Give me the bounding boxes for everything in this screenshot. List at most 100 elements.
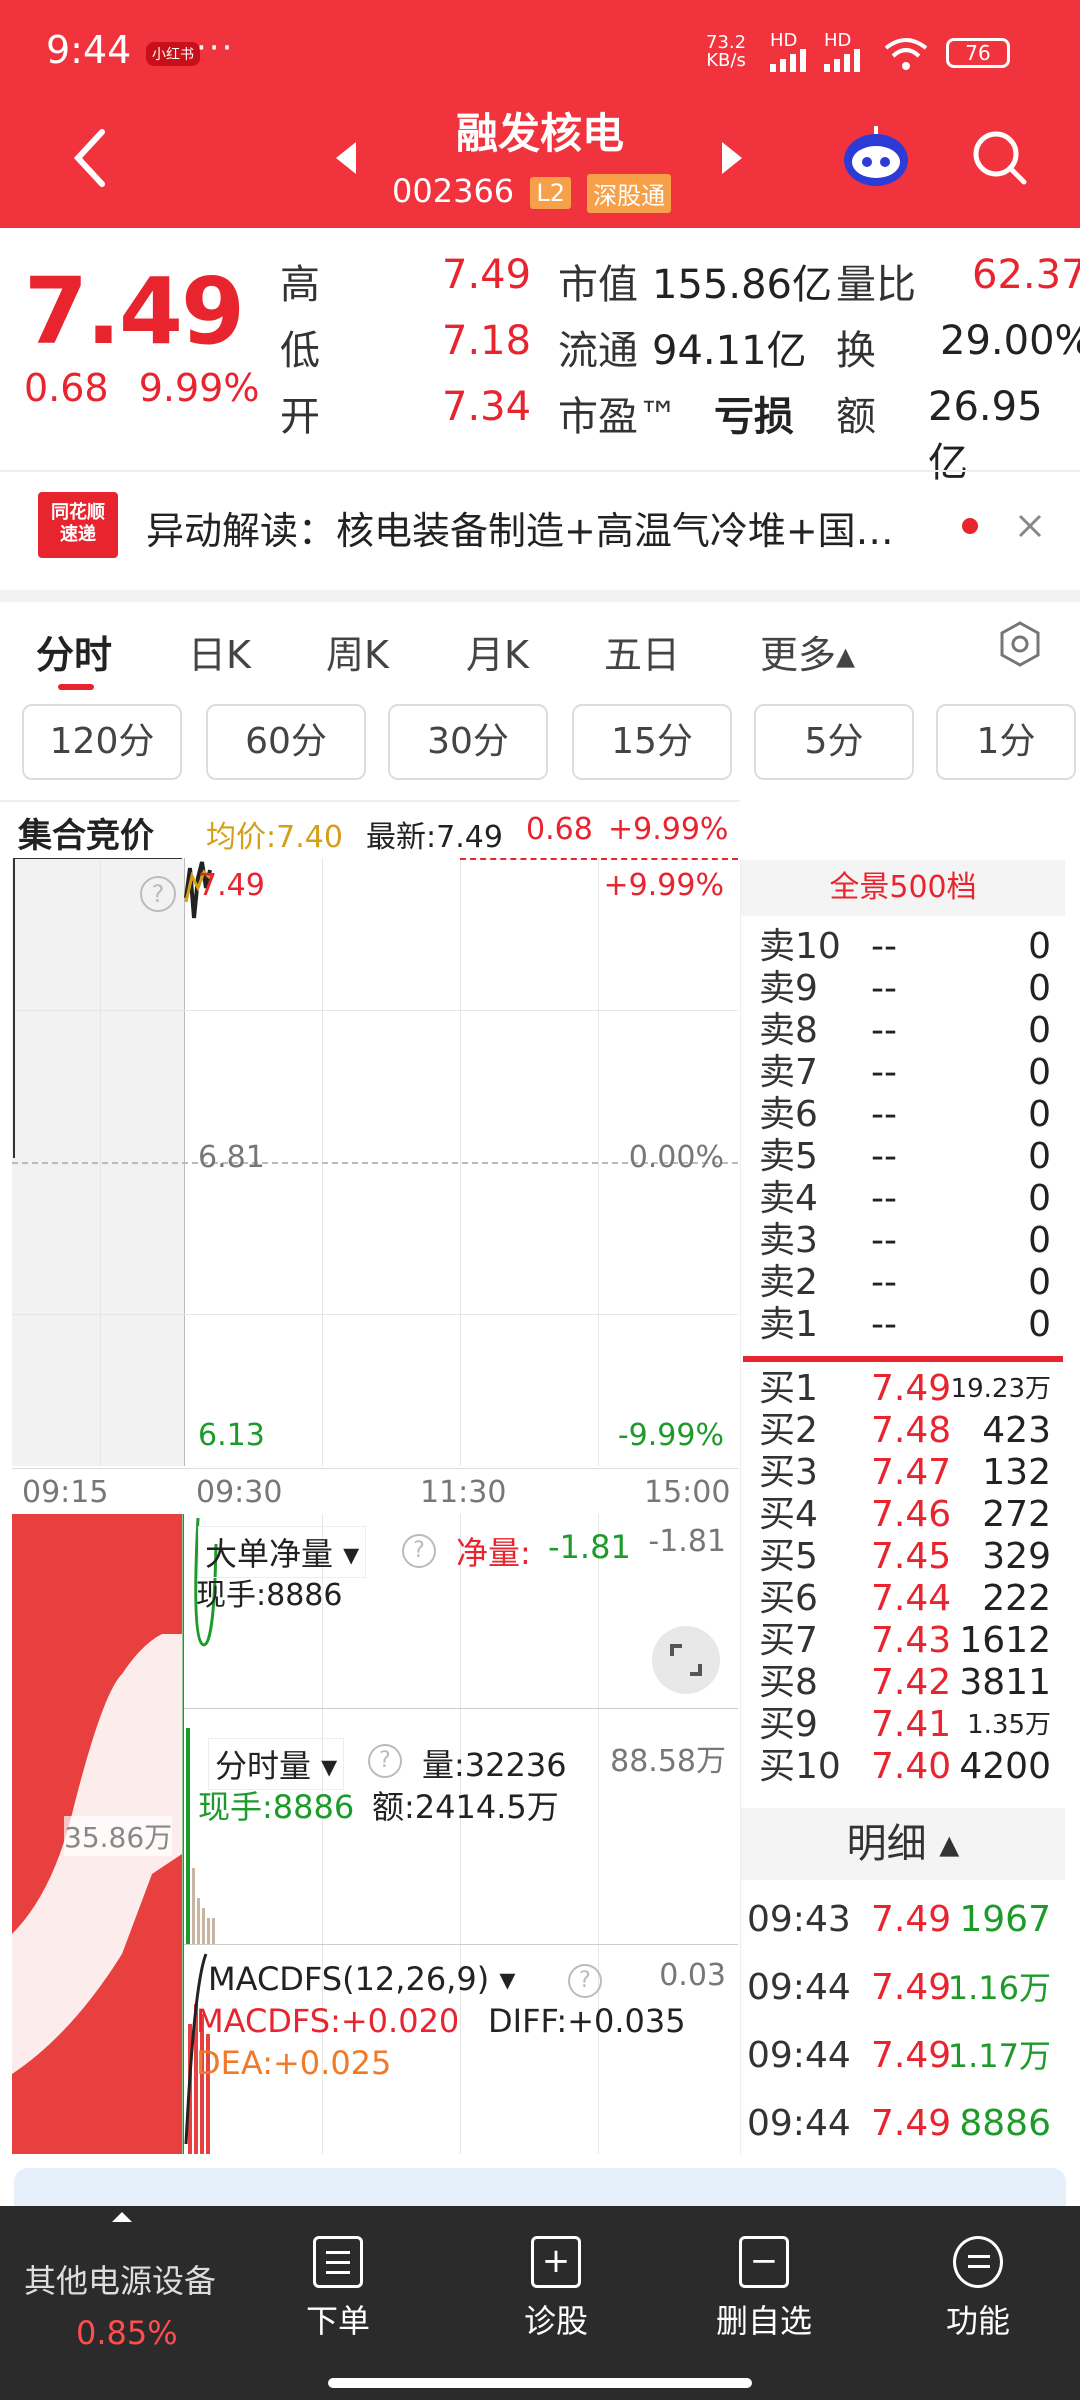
sell-level-price: --	[871, 1094, 897, 1135]
sell-level-volume: 0	[1028, 1010, 1051, 1051]
macd-selector[interactable]: MACDFS(12,26,9) ▾	[208, 1960, 515, 1998]
help-icon[interactable]: ?	[140, 876, 176, 912]
period-5min[interactable]: 5分	[754, 704, 914, 780]
buy-level-row[interactable]: 买8 7.42 3811	[741, 1662, 1065, 1704]
home-indicator[interactable]	[328, 2378, 752, 2388]
buy-level-row[interactable]: 买7 7.43 1612	[741, 1620, 1065, 1662]
buy-level-row[interactable]: 买2 7.48 423	[741, 1410, 1065, 1452]
period-15min[interactable]: 15分	[572, 704, 732, 780]
sell-level-price: --	[871, 1136, 897, 1177]
sell-level-row[interactable]: 卖2 -- 0	[741, 1262, 1065, 1304]
tab-daily-k[interactable]: 日K	[188, 624, 251, 679]
sell-level-price: --	[871, 1304, 897, 1345]
expand-up-icon[interactable]	[110, 2210, 134, 2224]
notification-badge: 小红书	[146, 42, 200, 66]
tab-monthly-k[interactable]: 月K	[466, 624, 529, 679]
last-price: 7.49	[24, 258, 245, 365]
robot-assistant-icon[interactable]	[840, 124, 912, 190]
turnover-value: 29.00%	[940, 318, 1080, 364]
buy-level-row[interactable]: 买4 7.46 272	[741, 1494, 1065, 1536]
high-value: 7.49	[442, 252, 532, 298]
period-30min[interactable]: 30分	[388, 704, 548, 780]
buy-level-row[interactable]: 买1 7.49 19.23万	[741, 1368, 1065, 1410]
intraday-price-chart[interactable]: ? 7.49 6.81 6.13 +9.99% 0.00% -9.99%	[12, 858, 738, 1466]
tab-five-day[interactable]: 五日	[604, 624, 680, 679]
sell-level-volume: 0	[1028, 926, 1051, 967]
signal-icon	[770, 49, 806, 72]
big-order-help-icon[interactable]: ?	[402, 1534, 436, 1568]
diagnose-button[interactable]: + 诊股	[524, 2236, 588, 2342]
sell-level-row[interactable]: 卖6 -- 0	[741, 1094, 1065, 1136]
chart-mid-pct: 0.00%	[628, 1140, 724, 1175]
signal-icon-2	[824, 49, 860, 72]
period-120min[interactable]: 120分	[22, 704, 182, 780]
news-ticker[interactable]: 同花顺 速递 异动解读：核电装备制造+高温气冷堆+国…	[0, 470, 1080, 578]
sell-level-row[interactable]: 卖7 -- 0	[741, 1052, 1065, 1094]
sector-name[interactable]: 其他电源设备	[24, 2256, 216, 2302]
news-text[interactable]: 异动解读：核电装备制造+高温气冷堆+国…	[146, 500, 966, 555]
tab-more[interactable]: 更多▴	[760, 624, 855, 679]
tab-weekly-k[interactable]: 周K	[326, 624, 389, 679]
macd-help-icon[interactable]: ?	[568, 1964, 602, 1998]
indicator-panels[interactable]: 35.86万 大单净量 ▾ ? 净量: -1.81 -1.81 现手:8886 …	[12, 1514, 738, 2154]
sell-level-price: --	[871, 1052, 897, 1093]
sell-level-row[interactable]: 卖4 -- 0	[741, 1178, 1065, 1220]
trade-detail-header[interactable]: 明细 ▴	[741, 1808, 1065, 1880]
net-speed-unit: KB/s	[706, 50, 746, 71]
sell-level-label: 卖8	[759, 1010, 818, 1051]
chart-settings-icon[interactable]	[996, 620, 1044, 668]
buy-level-price: 7.40	[871, 1746, 952, 1787]
float-value: 94.11亿	[652, 328, 807, 374]
buy-level-row[interactable]: 买9 7.41 1.35万	[741, 1704, 1065, 1746]
next-stock-icon[interactable]	[718, 140, 746, 176]
remove-watchlist-button[interactable]: − 删自选	[716, 2236, 812, 2342]
sell-level-label: 卖5	[759, 1136, 818, 1177]
close-icon[interactable]	[1016, 512, 1044, 540]
sell-level-volume: 0	[1028, 1262, 1051, 1303]
buy-level-row[interactable]: 买10 7.40 4200	[741, 1746, 1065, 1788]
trade-detail-row: 09:43 7.49 1967	[741, 1890, 1065, 1950]
net-label: 净量:	[456, 1534, 531, 1572]
order-book-depth-button[interactable]: 全景500档	[741, 860, 1065, 916]
sell-level-label: 卖3	[759, 1220, 818, 1261]
volume-help-icon[interactable]: ?	[368, 1744, 402, 1778]
buy-level-row[interactable]: 买6 7.44 222	[741, 1578, 1065, 1620]
trade-volume: 8886	[959, 2103, 1051, 2144]
sell-level-label: 卖2	[759, 1262, 818, 1303]
sell-level-volume: 0	[1028, 1304, 1051, 1345]
latest-pct: +9.99%	[608, 812, 729, 847]
tab-intraday[interactable]: 分时	[36, 624, 112, 679]
search-icon[interactable]	[970, 128, 1030, 188]
sell-level-label: 卖10	[759, 926, 841, 967]
trade-price: 7.49	[871, 1899, 952, 1940]
expand-icon[interactable]	[650, 1624, 722, 1696]
trade-price: 7.49	[871, 1967, 952, 2008]
buy-level-row[interactable]: 买3 7.47 132	[741, 1452, 1065, 1494]
sell-level-row[interactable]: 卖9 -- 0	[741, 968, 1065, 1010]
status-time: 9:44	[46, 28, 132, 72]
sell-level-row[interactable]: 卖5 -- 0	[741, 1136, 1065, 1178]
open-label: 开	[280, 394, 320, 440]
period-1min[interactable]: 1分	[936, 704, 1076, 780]
bottom-toolbar: 其他电源设备 0.85% 下单 + 诊股 − 删自选 功能	[0, 2206, 1080, 2400]
sell-level-volume: 0	[1028, 1094, 1051, 1135]
sell-level-row[interactable]: 卖3 -- 0	[741, 1220, 1065, 1262]
buy-level-volume: 1612	[959, 1620, 1051, 1661]
buy-level-volume: 222	[982, 1578, 1051, 1619]
chart-info-bar: 集合竞价 均价:7.40 最新:7.49 0.68 +9.99%	[0, 800, 740, 856]
buy-level-row[interactable]: 买5 7.45 329	[741, 1536, 1065, 1578]
buy-level-volume: 3811	[959, 1662, 1051, 1703]
order-button[interactable]: 下单	[306, 2236, 370, 2342]
buy-level-price: 7.46	[871, 1494, 952, 1535]
sell-level-row[interactable]: 卖10 -- 0	[741, 926, 1065, 968]
buy-level-volume: 4200	[959, 1746, 1051, 1787]
sell-level-row[interactable]: 卖8 -- 0	[741, 1010, 1065, 1052]
function-button[interactable]: 功能	[946, 2236, 1010, 2342]
sell-level-row[interactable]: 卖1 -- 0	[741, 1304, 1065, 1346]
function-icon	[953, 2236, 1003, 2288]
period-60min[interactable]: 60分	[206, 704, 366, 780]
pe-label: 市盈™	[558, 394, 678, 440]
latest-change: 0.68	[526, 812, 593, 847]
sell-level-price: --	[871, 1220, 897, 1261]
sell-level-label: 卖4	[759, 1178, 818, 1219]
